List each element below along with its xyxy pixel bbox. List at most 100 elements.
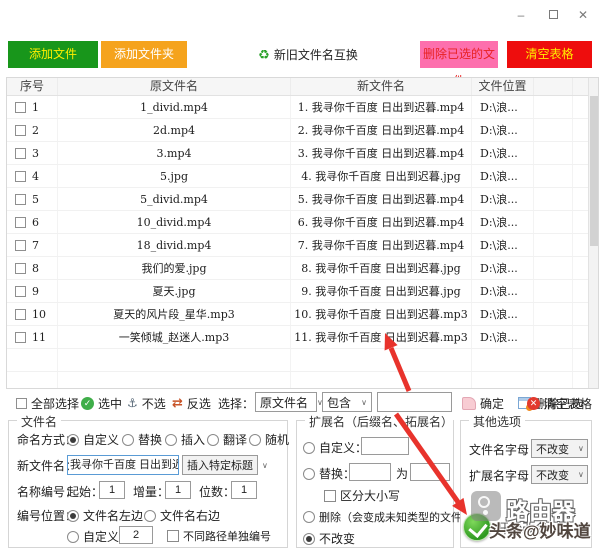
clear-table-button[interactable]: 清空表格 — [507, 41, 592, 68]
row-checkbox[interactable] — [15, 125, 26, 136]
new-filename: 11. 我寻你千百度 日出到迟暮.mp3 — [291, 326, 472, 348]
radio-pos-left[interactable]: 文件名左边 — [67, 507, 143, 524]
radio-icon — [122, 434, 134, 446]
radio-icon — [303, 442, 315, 454]
scrollbar-thumb[interactable] — [590, 96, 598, 246]
row-index: 2 — [32, 124, 39, 137]
ext-replace-from-input[interactable] — [349, 463, 391, 481]
clear-table-button-2[interactable]: ✕清空表格 — [527, 392, 592, 414]
increment-input[interactable]: 1 — [165, 481, 191, 499]
new-name-input[interactable]: 我寻你千百度 日出到迟暮 — [67, 455, 179, 475]
table-body: 11_divid.mp41. 我寻你千百度 日出到迟暮.mp4D:\浪...22… — [7, 96, 598, 389]
ext-radio-keep[interactable]: 不改变 — [303, 530, 355, 547]
separate-numbering-checkbox[interactable]: 不同路径单独编号 — [167, 528, 271, 544]
filter-text-input[interactable] — [377, 392, 452, 412]
row-checkbox[interactable] — [15, 148, 26, 159]
radio-icon — [303, 468, 315, 480]
table-row[interactable]: 55_divid.mp45. 我寻你千百度 日出到迟暮.mp4D:\浪... — [7, 188, 598, 211]
ext-case-select[interactable]: 不改变∨ — [531, 465, 588, 484]
radio-insert[interactable]: 插入 — [165, 431, 205, 448]
radio-icon — [207, 434, 219, 446]
new-filename: 8. 我寻你千百度 日出到迟暮.jpg — [291, 257, 472, 279]
select-all-toggle[interactable]: 全部选择 — [16, 392, 79, 414]
table-row[interactable]: 33.mp43. 我寻你千百度 日出到迟暮.mp4D:\浪... — [7, 142, 598, 165]
minimize-button[interactable]: – — [506, 4, 536, 26]
radio-translate[interactable]: 翻译 — [207, 431, 247, 448]
select-all-checkbox[interactable] — [16, 398, 27, 409]
file-location: D:\浪... — [472, 280, 534, 302]
table-scrollbar[interactable] — [588, 78, 598, 388]
filter-field-value: 原文件名 — [260, 394, 308, 411]
header-new-name: 新文件名 — [291, 78, 472, 95]
radio-random[interactable]: 随机 — [249, 431, 289, 448]
radio-pos-right[interactable]: 文件名右边 — [144, 507, 220, 524]
row-checkbox[interactable] — [15, 217, 26, 228]
file-location: D:\浪... — [472, 142, 534, 164]
header-original-name: 原文件名 — [58, 78, 291, 95]
table-row[interactable]: 22d.mp42. 我寻你千百度 日出到迟暮.mp4D:\浪... — [7, 119, 598, 142]
radio-icon — [303, 511, 315, 523]
add-folder-button[interactable]: 添加文件夹 — [101, 41, 187, 68]
table-row[interactable]: 10夏天的风片段_星华.mp310. 我寻你千百度 日出到迟暮.mp3D:\浪.… — [7, 303, 598, 326]
radio-custom[interactable]: 自定义 — [67, 431, 119, 448]
maximize-icon — [549, 10, 558, 19]
original-filename: 我们的爱.jpg — [58, 257, 291, 279]
original-filename: 一笑倾城_赵迷人.mp3 — [58, 326, 291, 348]
maximize-button[interactable] — [538, 4, 568, 26]
selection-toolbar: 全部选择 ✓选中 ⚓不选 ⇄反选 选择： 原文件名∨ 包含∨ 确定 删除已选 ✕… — [6, 392, 594, 414]
check-selected-button[interactable]: ✓选中 — [81, 392, 122, 414]
confirm-button[interactable]: 确定 — [462, 392, 504, 414]
table-row[interactable]: 45.jpg4. 我寻你千百度 日出到迟暮.jpgD:\浪... — [7, 165, 598, 188]
row-checkbox[interactable] — [15, 332, 26, 343]
invert-selection-button[interactable]: ⇄反选 — [172, 392, 211, 414]
start-rename-button[interactable]: 开始改名 — [463, 512, 573, 542]
swap-names-button[interactable]: ♻新旧文件名互换 — [253, 41, 363, 68]
table-row[interactable]: 11一笑倾城_赵迷人.mp311. 我寻你千百度 日出到迟暮.mp3D:\浪..… — [7, 326, 598, 349]
swap-icon: ♻ — [258, 47, 270, 62]
ext-replace-to-input[interactable] — [410, 463, 450, 481]
close-button[interactable]: ✕ — [568, 4, 598, 26]
filename-case-select[interactable]: 不改变∨ — [531, 439, 588, 458]
pos-custom-input[interactable]: 2 — [119, 526, 153, 544]
row-index: 7 — [32, 239, 39, 252]
table-row[interactable]: 610_divid.mp46. 我寻你千百度 日出到迟暮.mp4D:\浪... — [7, 211, 598, 234]
table-row[interactable]: 9夏天.jpg9. 我寻你千百度 日出到迟暮.jpgD:\浪... — [7, 280, 598, 303]
ext-custom-input[interactable] — [361, 437, 409, 455]
table-row[interactable]: 11_divid.mp41. 我寻你千百度 日出到迟暮.mp4D:\浪... — [7, 96, 598, 119]
radio-replace[interactable]: 替换 — [122, 431, 162, 448]
original-filename: 18_divid.mp4 — [58, 234, 291, 256]
add-file-button[interactable]: 添加文件 — [8, 41, 98, 68]
row-index: 1 — [32, 101, 39, 114]
case-sensitive-checkbox[interactable]: 区分大小写 — [324, 487, 400, 504]
new-filename: 1. 我寻你千百度 日出到迟暮.mp4 — [291, 96, 472, 118]
filter-field-select[interactable]: 原文件名∨ — [255, 392, 317, 412]
chevron-down-icon: ∨ — [578, 470, 584, 479]
extension-panel: 扩展名（后缀名、拓展名） 自定义： 替换： 为 区分大小写 删除（会变成未知类型… — [296, 420, 454, 548]
row-checkbox[interactable] — [15, 286, 26, 297]
new-filename: 6. 我寻你千百度 日出到迟暮.mp4 — [291, 211, 472, 233]
header-location: 文件位置 — [472, 78, 534, 95]
ext-radio-delete[interactable]: 删除（会变成未知类型的文件） — [303, 509, 473, 525]
row-checkbox[interactable] — [15, 309, 26, 320]
insert-title-select[interactable]: 插入特定标题∨ — [182, 455, 258, 475]
file-location: D:\浪... — [472, 326, 534, 348]
ext-radio-custom[interactable]: 自定义： — [303, 439, 367, 456]
row-checkbox[interactable] — [15, 102, 26, 113]
ext-radio-replace[interactable]: 替换： — [303, 465, 355, 482]
row-checkbox[interactable] — [15, 263, 26, 274]
new-filename: 7. 我寻你千百度 日出到迟暮.mp4 — [291, 234, 472, 256]
row-checkbox[interactable] — [15, 240, 26, 251]
delete-selected-files-button[interactable]: 删除已选的文件 — [420, 41, 498, 68]
start-input[interactable]: 1 — [99, 481, 125, 499]
radio-icon — [144, 510, 156, 522]
original-filename: 3.mp4 — [58, 142, 291, 164]
digits-input[interactable]: 1 — [231, 481, 257, 499]
table-row[interactable]: 718_divid.mp47. 我寻你千百度 日出到迟暮.mp4D:\浪... — [7, 234, 598, 257]
uncheck-button[interactable]: ⚓不选 — [127, 392, 166, 414]
file-location: D:\浪... — [472, 165, 534, 187]
row-checkbox[interactable] — [15, 171, 26, 182]
filter-match-select[interactable]: 包含∨ — [322, 392, 372, 412]
row-checkbox[interactable] — [15, 194, 26, 205]
original-filename: 夏天的风片段_星华.mp3 — [58, 303, 291, 325]
table-row[interactable]: 8我们的爱.jpg8. 我寻你千百度 日出到迟暮.jpgD:\浪... — [7, 257, 598, 280]
